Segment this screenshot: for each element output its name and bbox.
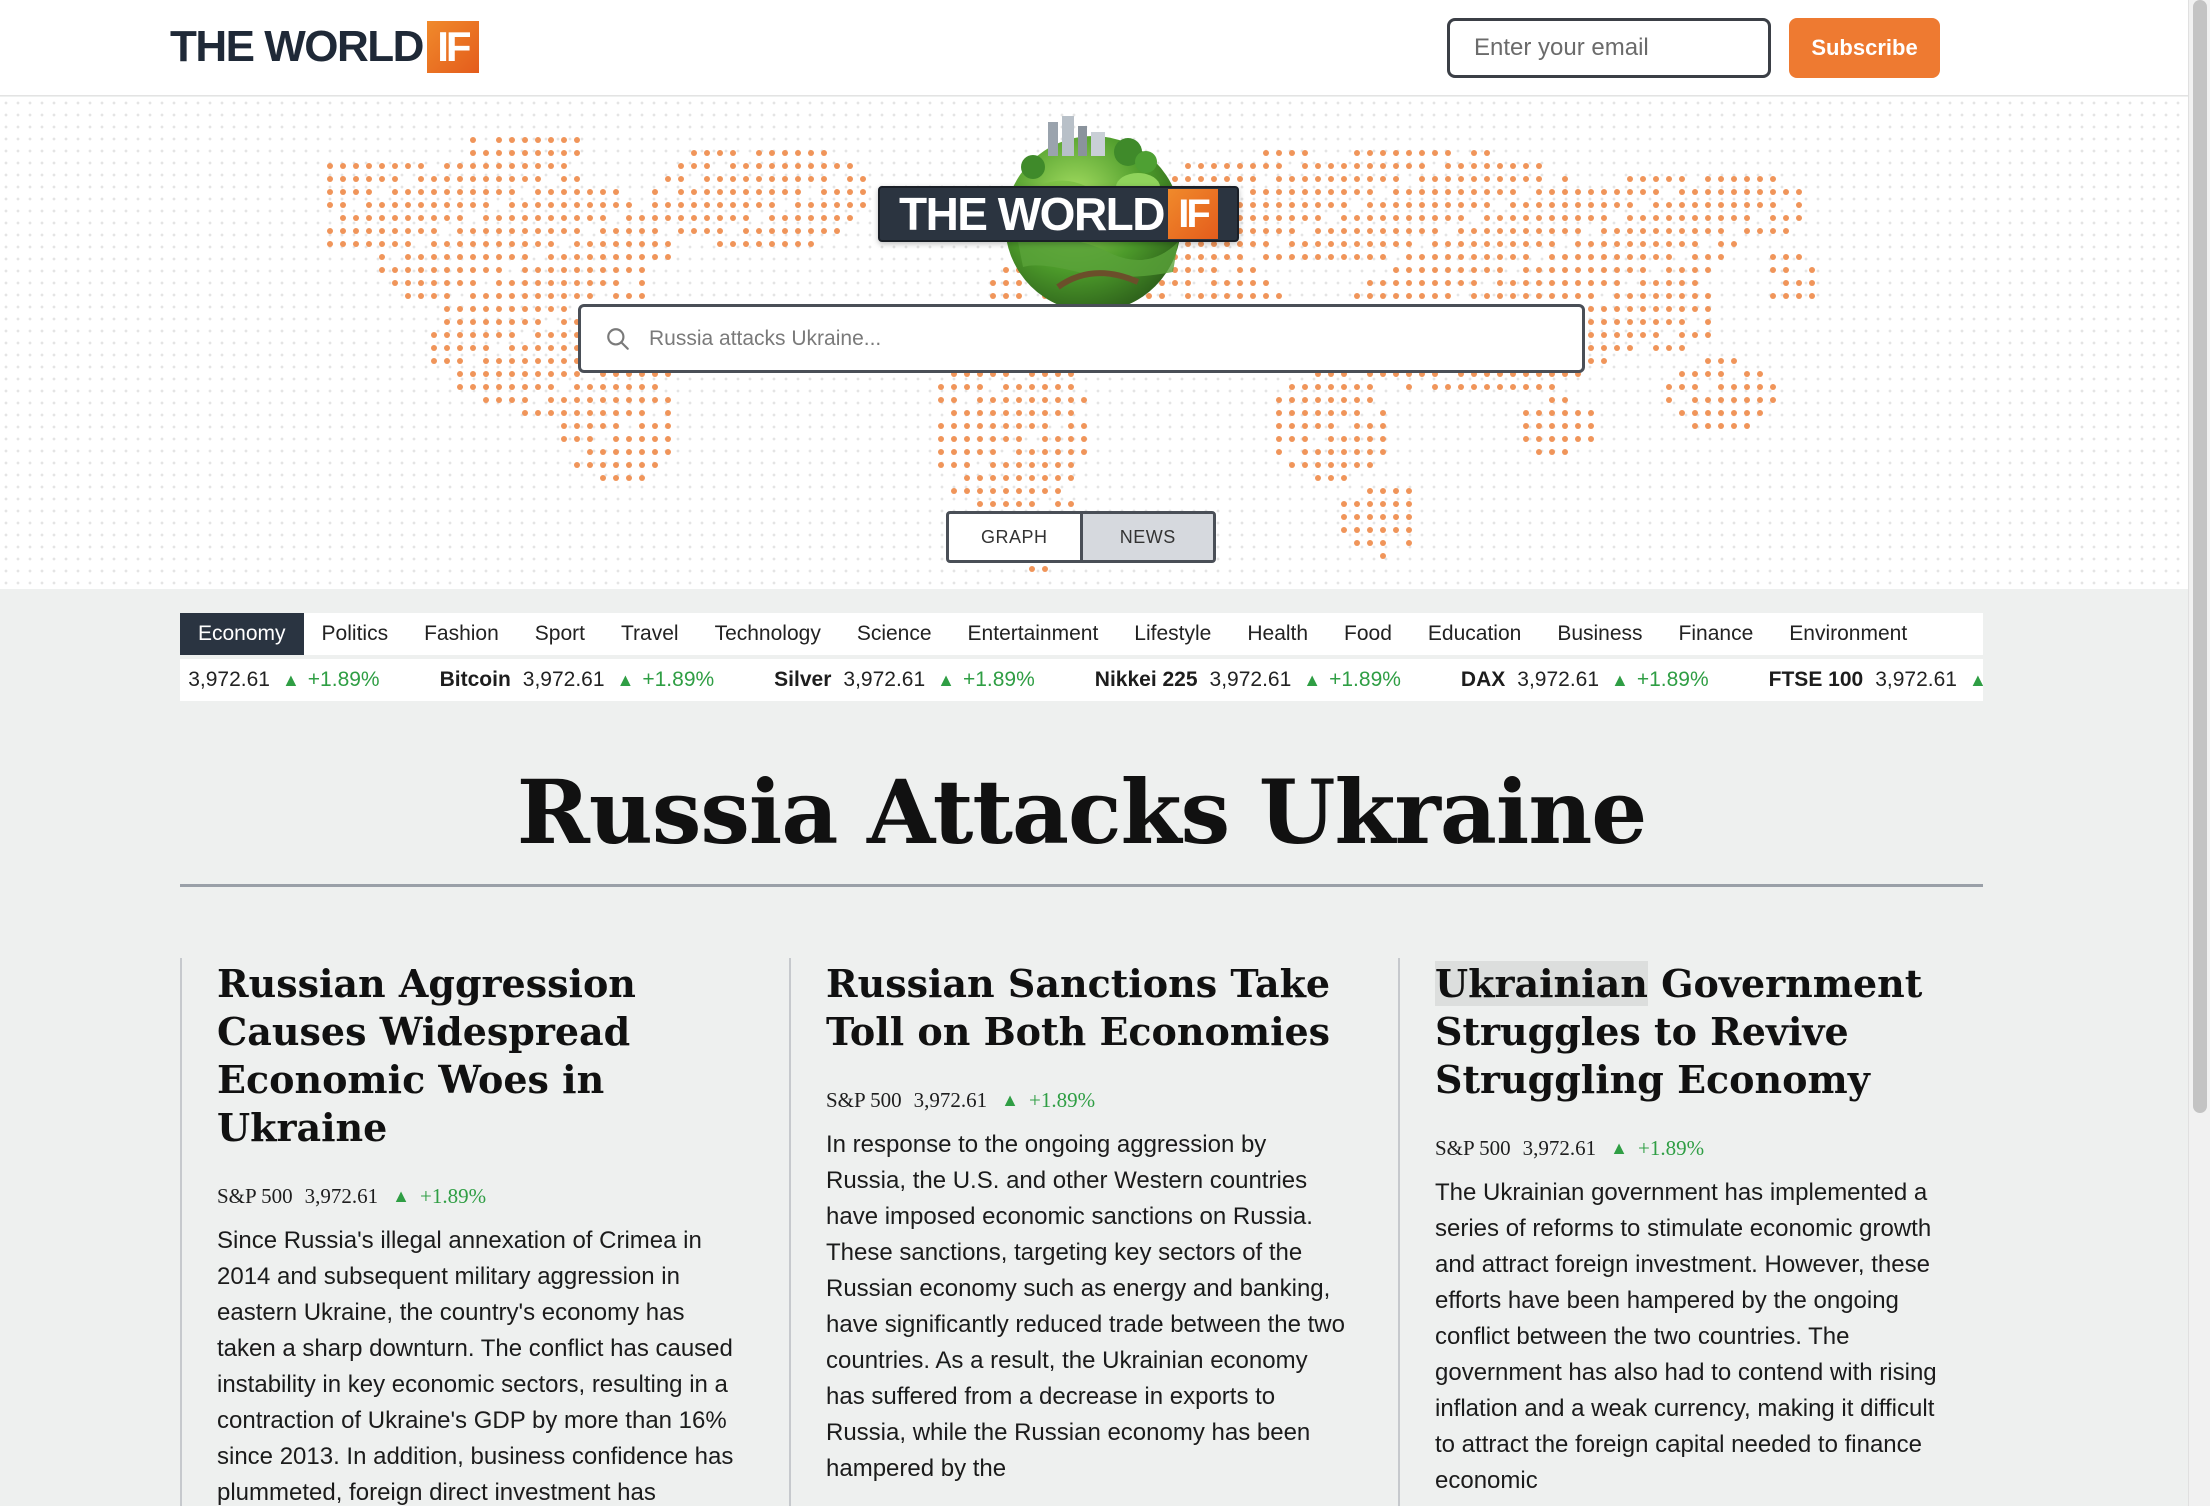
- article-body: Since Russia's illegal annexation of Cri…: [217, 1227, 734, 1506]
- logo-text: THE WORLD: [170, 22, 424, 71]
- ticker-value: 3,972.61: [522, 668, 605, 691]
- page-scrollbar[interactable]: [2188, 0, 2210, 1506]
- search-bar[interactable]: [578, 304, 1585, 373]
- stock-name: S&P 500: [217, 1184, 293, 1208]
- category-tab-politics[interactable]: Politics: [304, 613, 407, 655]
- up-arrow-icon: ▲: [1610, 1138, 1628, 1158]
- stock-change: +1.89%: [1029, 1088, 1096, 1112]
- article-card: Russian Sanctions Take Toll on Both Econ…: [789, 958, 1345, 1506]
- article-title[interactable]: Russian Sanctions Take Toll on Both Econ…: [826, 960, 1345, 1056]
- category-nav: Economy Politics Fashion Sport Travel Technol…: [180, 613, 1983, 655]
- ticker-item: Silver 3,972.61 ▲ +1.89%: [774, 668, 1035, 692]
- up-arrow-icon: ▲: [616, 669, 635, 690]
- subscribe-button[interactable]: Subscribe: [1789, 18, 1940, 78]
- ticker-name: Nikkei 225: [1094, 668, 1198, 691]
- ticker-item: Silver3,972.61▲+1.89%: [180, 668, 380, 692]
- category-tab-lifestyle[interactable]: Lifestyle: [1116, 613, 1229, 655]
- up-arrow-icon: ▲: [1303, 669, 1322, 690]
- stock-name: S&P 500: [826, 1088, 902, 1112]
- ticker-name: Bitcoin: [439, 668, 511, 691]
- ticker-value: 3,972.61: [1517, 668, 1600, 691]
- graph-tab[interactable]: GRAPH: [949, 514, 1080, 560]
- scrollbar-thumb[interactable]: [2193, 0, 2207, 1113]
- ticker-change: +1.89%: [307, 668, 380, 691]
- ticker-change: +1.89%: [642, 668, 715, 691]
- category-tab-education[interactable]: Education: [1410, 613, 1539, 655]
- ticker-value: 3,972.61: [843, 668, 926, 691]
- market-ticker: Silver 3,972.61 ▲ +1.89% Bitcoin 3,972.61 ▲ +1.…: [180, 659, 1983, 701]
- page-headline: Russia Attacks Ukraine: [516, 760, 1648, 864]
- stock-value: 3,972.61: [913, 1088, 988, 1112]
- ticker-item: DAX 3,972.61 ▲ +1.89%: [1461, 668, 1709, 692]
- article-stock-line: S&P 500 3,972.61 ▲ +1.89%: [1435, 1136, 1954, 1161]
- category-tab-food[interactable]: Food: [1326, 613, 1410, 655]
- category-tab-business[interactable]: Business: [1539, 613, 1660, 655]
- ticker-name: Silver: [774, 668, 832, 691]
- ticker-item: FTSE 1003,972.61▲+1.89%: [1769, 668, 1983, 692]
- up-arrow-icon: ▲: [937, 669, 955, 690]
- article-card: Russian Aggression Causes Widespread Eco…: [180, 958, 736, 1506]
- logo-if-mark: IF: [426, 21, 479, 73]
- stock-change: +1.89%: [420, 1184, 487, 1208]
- ticker-value: 3,972.61: [1209, 668, 1292, 691]
- article-body: The Ukrainian government has implemented…: [1435, 1179, 1937, 1494]
- up-arrow-icon: ▲: [392, 1186, 410, 1206]
- ticker-item: Nikkei 225 3,972.61 ▲ +1.89%: [1095, 668, 1401, 692]
- hero-section: THE WORLD IF GRAPH NEWS: [0, 97, 2188, 589]
- hero-logo-text: THE WORLD: [898, 188, 1166, 240]
- search-input[interactable]: [631, 326, 1582, 351]
- hero-logo: THE WORLD IF: [878, 186, 1239, 242]
- up-arrow-icon: ▲: [281, 669, 300, 690]
- category-tab-finance[interactable]: Finance: [1661, 613, 1772, 655]
- article-body: In response to the ongoing aggression by…: [826, 1131, 1345, 1482]
- category-tab-science[interactable]: Science: [839, 613, 950, 655]
- article-stock-line: S&P 500 3,972.61 ▲ +1.89%: [826, 1088, 1345, 1113]
- article-title[interactable]: Russian Aggression Causes Widespread Eco…: [217, 960, 736, 1152]
- article-card: Ukrainian Government Struggles to Revive…: [1398, 958, 1954, 1506]
- stock-change: +1.89%: [1638, 1136, 1705, 1160]
- site-header: THE WORLD IF Subscribe: [0, 0, 2188, 96]
- ticker-name: FTSE 100: [1768, 668, 1864, 691]
- ticker-value: 3,972.61: [188, 668, 270, 691]
- stock-value: 3,972.61: [1522, 1136, 1597, 1160]
- ticker-change: +1.89%: [1329, 668, 1401, 691]
- ticker-value: 3,972.61: [1875, 668, 1957, 691]
- site-logo[interactable]: THE WORLD IF: [170, 20, 479, 74]
- category-tab-sport[interactable]: Sport: [517, 613, 603, 655]
- up-arrow-icon: ▲: [1968, 669, 1983, 690]
- ticker-name: DAX: [1460, 668, 1506, 691]
- category-tab-environment[interactable]: Environment: [1771, 613, 1925, 655]
- category-tab-health[interactable]: Health: [1229, 613, 1326, 655]
- headline-divider: [180, 884, 1983, 887]
- search-icon: [607, 327, 629, 350]
- ticker-item: Bitcoin 3,972.61 ▲ +1.89%: [440, 668, 715, 692]
- ticker-change: +1.89%: [1636, 668, 1709, 691]
- category-tab-technology[interactable]: Technology: [697, 613, 839, 655]
- up-arrow-icon: ▲: [1001, 1090, 1019, 1110]
- email-input[interactable]: [1447, 18, 1771, 78]
- category-tab-economy[interactable]: Economy: [180, 613, 304, 655]
- article-stock-line: S&P 500 3,972.61 ▲ +1.89%: [217, 1184, 736, 1209]
- up-arrow-icon: ▲: [1611, 669, 1629, 690]
- highlighted-word: Ukrainian: [1435, 961, 1648, 1006]
- stock-name: S&P 500: [1435, 1136, 1511, 1160]
- stock-value: 3,972.61: [304, 1184, 379, 1208]
- news-tab[interactable]: NEWS: [1079, 514, 1213, 560]
- article-title[interactable]: Ukrainian Government Struggles to Revive…: [1435, 960, 1954, 1104]
- category-tab-fashion[interactable]: Fashion: [406, 613, 517, 655]
- view-toggle: GRAPH NEWS: [946, 511, 1216, 563]
- category-tab-travel[interactable]: Travel: [603, 613, 697, 655]
- hero-logo-if-mark: IF: [1168, 189, 1218, 239]
- ticker-track: Silver 3,972.61 ▲ +1.89% Bitcoin 3,972.61 ▲ +1.…: [180, 659, 1983, 701]
- category-tab-entertainment[interactable]: Entertainment: [950, 613, 1117, 655]
- ticker-change: +1.89%: [962, 668, 1035, 691]
